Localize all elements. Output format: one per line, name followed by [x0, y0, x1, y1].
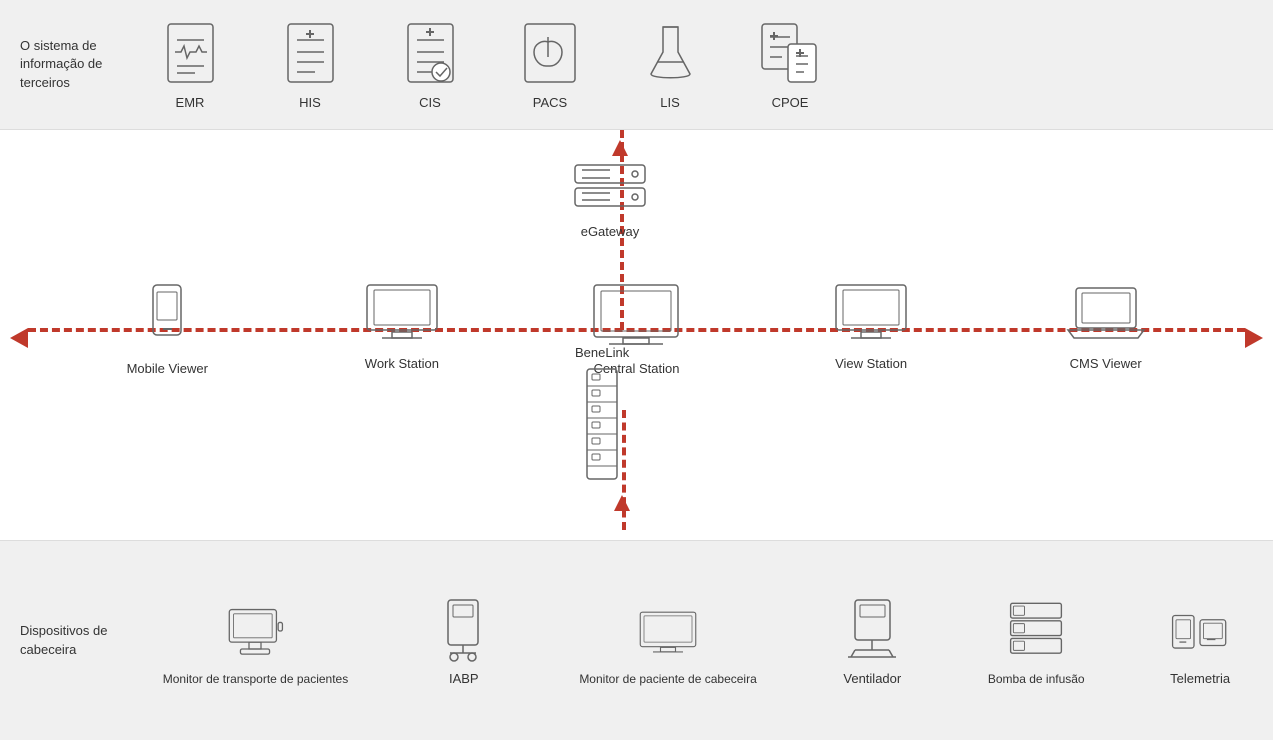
view-station-icon: [831, 280, 911, 350]
work-station-label: Work Station: [365, 356, 439, 371]
cis-icon-item: CIS: [400, 19, 460, 110]
bedside-monitor-item: Monitor de paciente de cabeceira: [579, 596, 756, 686]
egateway-label: eGateway: [581, 224, 640, 239]
benelink-icon: [577, 364, 627, 489]
mobile-viewer-icon: [145, 280, 190, 355]
v-arrow-bottom: [614, 495, 630, 511]
cis-label: CIS: [419, 95, 441, 110]
work-station-node: Work Station: [342, 280, 462, 371]
infusion-pump-label: Bomba de infusão: [988, 672, 1085, 686]
his-label: HIS: [299, 95, 321, 110]
lis-label: LIS: [660, 95, 680, 110]
view-station-node: View Station: [811, 280, 931, 371]
his-icon-item: HIS: [280, 19, 340, 110]
transport-monitor-icon: [225, 596, 285, 666]
iabp-label: IABP: [449, 671, 479, 686]
transport-monitor-item: Monitor de transporte de pacientes: [163, 596, 348, 686]
v-arrow-top: [612, 140, 628, 156]
pacs-label: PACS: [533, 95, 567, 110]
iabp-item: IABP: [434, 595, 494, 686]
central-station-icon: [591, 280, 681, 355]
work-station-icon: [362, 280, 442, 350]
bedside-monitor-icon: [638, 596, 698, 666]
middle-nodes: Mobile Viewer Work Station: [0, 280, 1273, 376]
egateway-icon: [570, 160, 650, 220]
cpoe-icon: [760, 19, 820, 89]
third-party-label: O sistema de informação de terceiros: [20, 37, 140, 92]
mobile-viewer-node: Mobile Viewer: [107, 280, 227, 376]
infusion-pump-item: Bomba de infusão: [988, 596, 1085, 686]
mobile-viewer-label: Mobile Viewer: [127, 361, 208, 376]
cpoe-label: CPOE: [772, 95, 809, 110]
his-icon: [280, 19, 340, 89]
pacs-icon: [520, 19, 580, 89]
ventilator-label: Ventilador: [843, 671, 901, 686]
telemetry-icon: [1170, 595, 1230, 665]
cms-viewer-label: CMS Viewer: [1070, 356, 1142, 371]
emr-label: EMR: [176, 95, 205, 110]
lis-icon: [640, 19, 700, 89]
middle-section: eGateway Mobile Viewer: [0, 130, 1273, 540]
iabp-icon: [434, 595, 494, 665]
bedside-label: Dispositivos de cabeceira: [20, 622, 140, 658]
bedside-monitor-label: Monitor de paciente de cabeceira: [579, 672, 756, 686]
benelink-label: BeneLink: [575, 345, 629, 360]
cpoe-icon-item: CPOE: [760, 19, 820, 110]
view-station-label: View Station: [835, 356, 907, 371]
top-section: O sistema de informação de terceiros EMR: [0, 0, 1273, 130]
cms-viewer-node: CMS Viewer: [1046, 280, 1166, 371]
top-icons: EMR HIS: [160, 19, 820, 110]
pacs-icon-item: PACS: [520, 19, 580, 110]
transport-monitor-label: Monitor de transporte de pacientes: [163, 672, 348, 686]
bottom-icons: Monitor de transporte de pacientes IABP: [140, 595, 1253, 686]
cms-viewer-icon: [1066, 280, 1146, 350]
emr-icon-item: EMR: [160, 19, 220, 110]
egateway-node: eGateway: [570, 160, 650, 239]
emr-icon: [160, 19, 220, 89]
infusion-pump-icon: [1006, 596, 1066, 666]
cis-icon: [400, 19, 460, 89]
telemetry-label: Telemetria: [1170, 671, 1230, 686]
ventilator-icon: [842, 595, 902, 665]
ventilator-item: Ventilador: [842, 595, 902, 686]
lis-icon-item: LIS: [640, 19, 700, 110]
telemetry-item: Telemetria: [1170, 595, 1230, 686]
v-line-bottom: [622, 410, 626, 530]
bottom-section: Dispositivos de cabeceira Monitor de tra…: [0, 540, 1273, 740]
